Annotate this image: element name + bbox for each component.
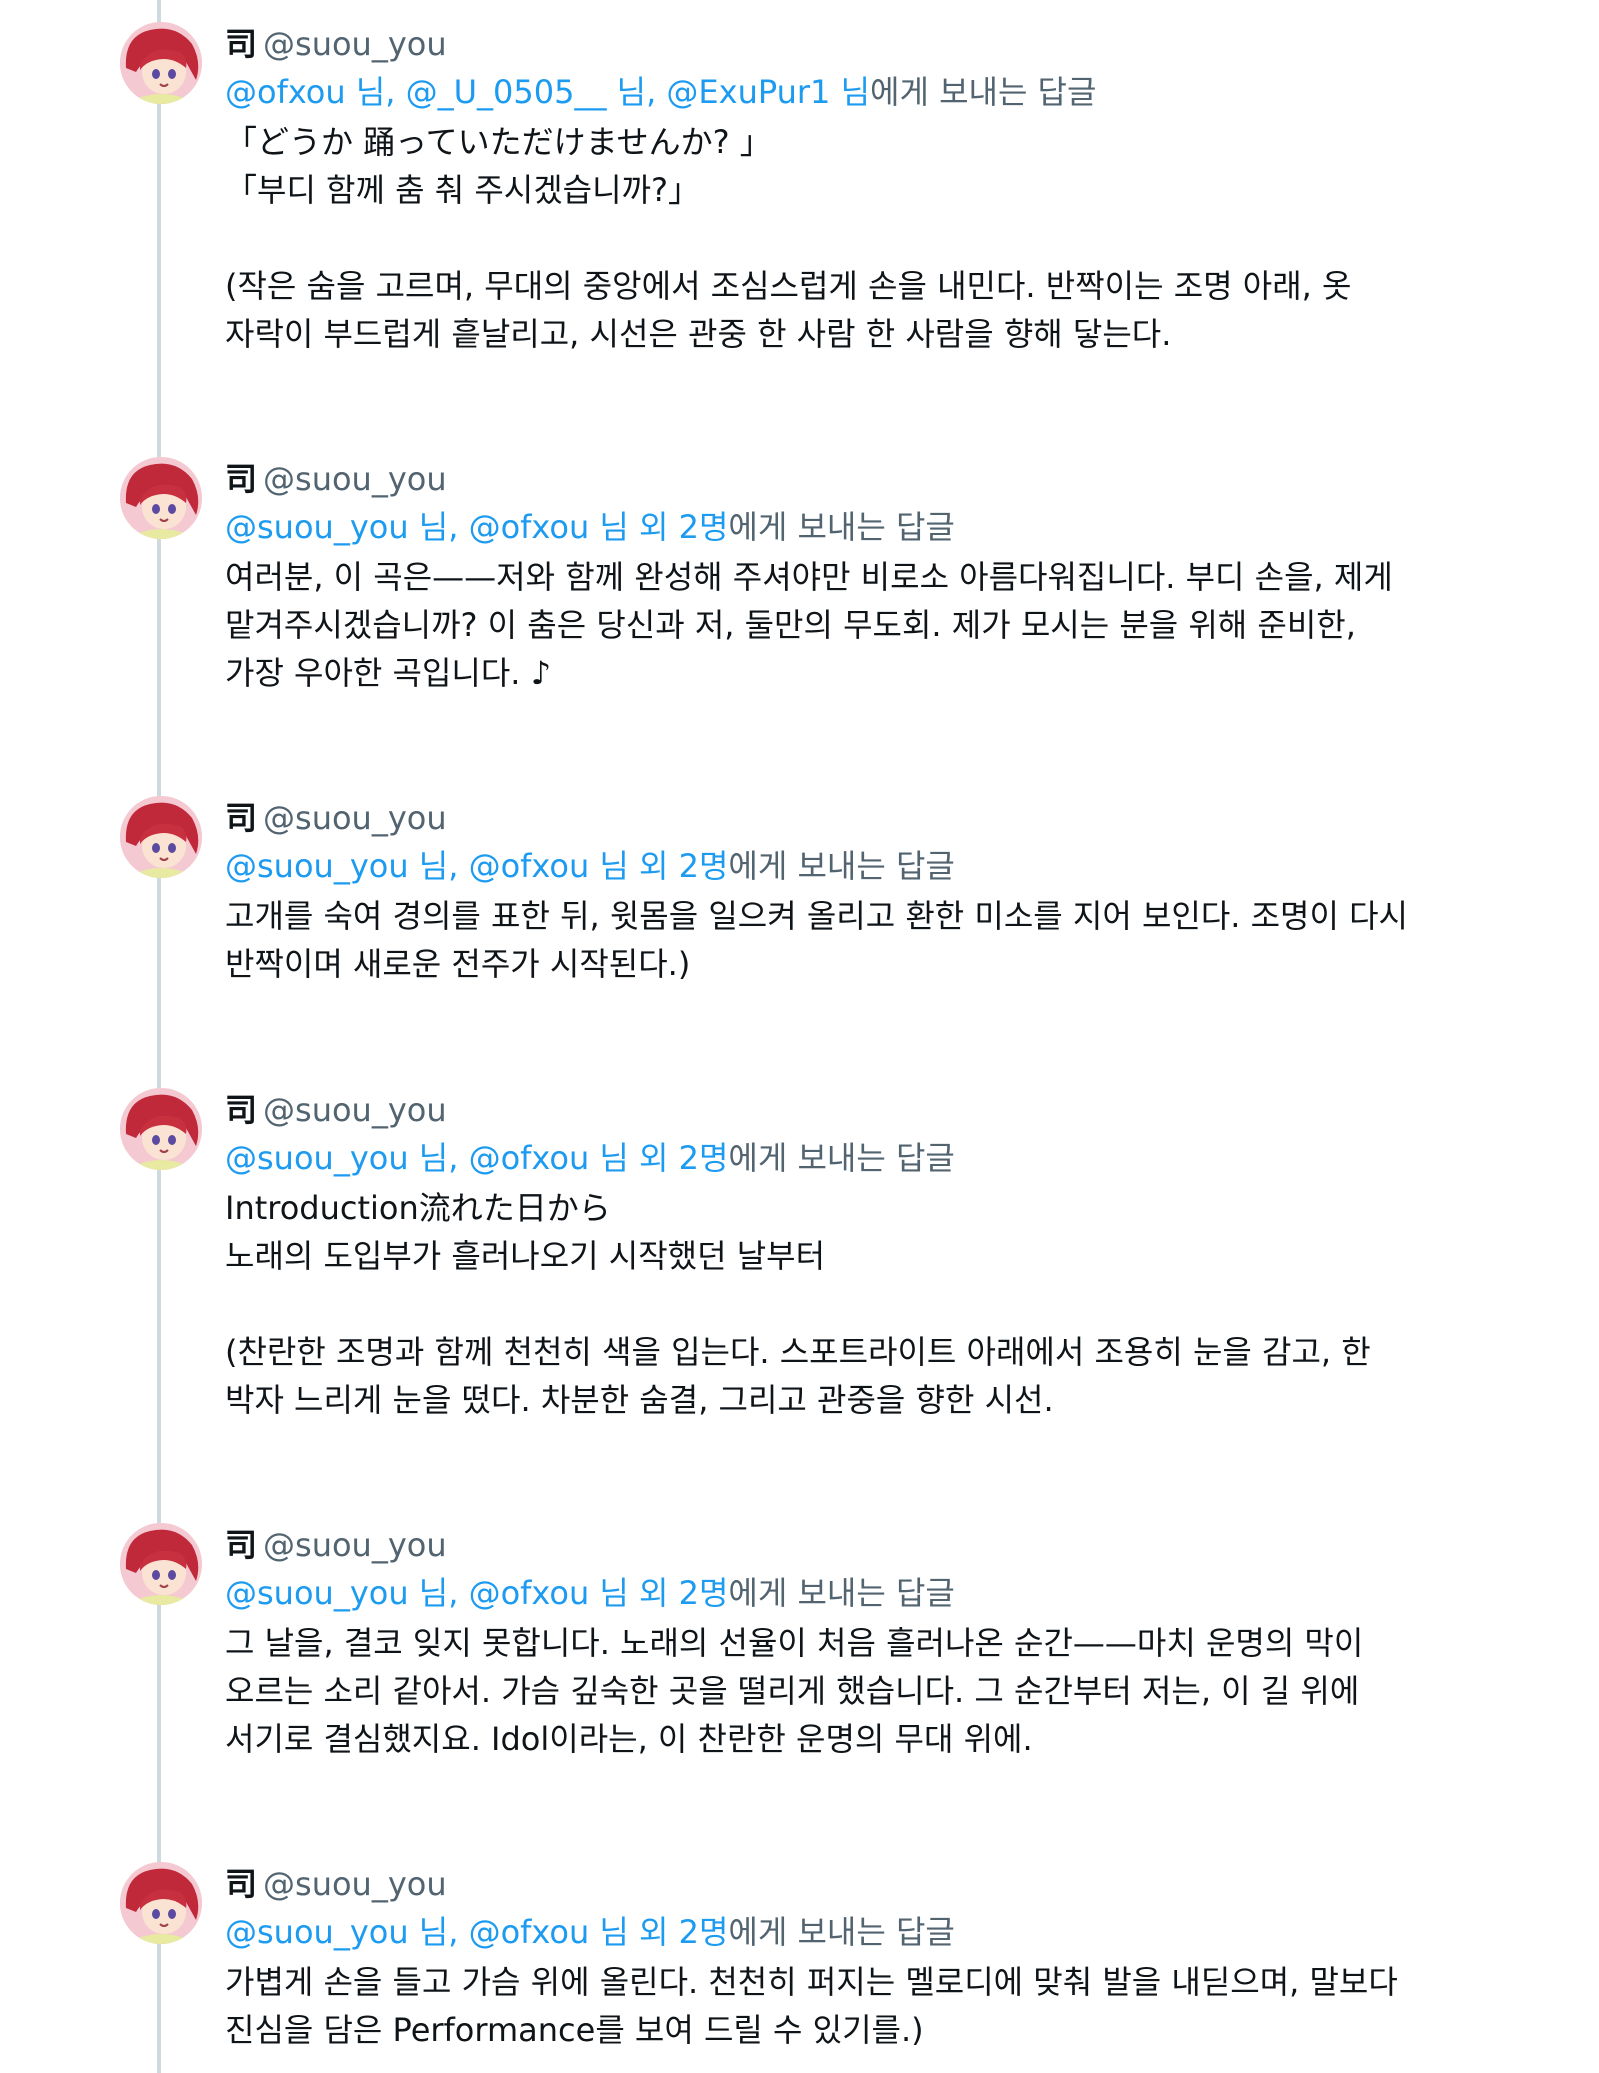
user-handle[interactable]: @suou_you <box>263 25 447 63</box>
tweet-header: 司 @suou_you <box>225 1860 1485 1908</box>
reply-mentions[interactable]: @ofxou 님, @_U_0505__ 님, @ExuPur1 님 <box>225 73 870 111</box>
user-handle[interactable]: @suou_you <box>263 1865 447 1903</box>
tweet-text: 그 날을, 결코 잊지 못합니다. 노래의 선율이 처음 흘러나온 순간——마치… <box>225 1624 1364 1758</box>
avatar[interactable] <box>120 22 202 104</box>
tweet-text: 고개를 숙여 경의를 표한 뒤, 윗몸을 일으켜 올리고 환한 미소를 지어 보… <box>225 897 1408 983</box>
replying-suffix: 에게 보내는 답글 <box>728 1913 955 1951</box>
tweet-header: 司 @suou_you <box>225 794 1485 842</box>
tweet-text: 「どうか 踊っていただけませんか? 」 「부디 함께 춤 춰 주시겠습니까?」 … <box>225 123 1352 353</box>
replying-to: @suou_you 님, @ofxou 님 외 2명에게 보내는 답글 <box>225 1908 1485 1956</box>
tweet-content: 司 @suou_you @suou_you 님, @ofxou 님 외 2명에게 … <box>225 1521 1485 1763</box>
display-name[interactable]: 司 <box>225 799 257 837</box>
tweet-header: 司 @suou_you <box>225 20 1485 68</box>
tweet-text: Introduction流れた日から 노래의 도입부가 흘러나오기 시작했던 날… <box>225 1189 1371 1419</box>
display-name[interactable]: 司 <box>225 1091 257 1129</box>
avatar[interactable] <box>120 1862 202 1944</box>
avatar[interactable] <box>120 796 202 878</box>
replying-to: @ofxou 님, @_U_0505__ 님, @ExuPur1 님에게 보내는… <box>225 68 1485 116</box>
replying-suffix: 에게 보내는 답글 <box>728 1139 955 1177</box>
tweet-header: 司 @suou_you <box>225 1086 1485 1134</box>
avatar-image <box>120 796 202 878</box>
avatar-image <box>120 457 202 539</box>
display-name[interactable]: 司 <box>225 460 257 498</box>
replying-suffix: 에게 보내는 답글 <box>728 508 955 546</box>
reply-mentions[interactable]: @suou_you 님, @ofxou 님 외 2명 <box>225 847 728 885</box>
avatar[interactable] <box>120 1523 202 1605</box>
tweet-text: 가볍게 손을 들고 가슴 위에 올린다. 천천히 퍼지는 멜로디에 맞춰 발을 … <box>225 1963 1398 2049</box>
user-handle[interactable]: @suou_you <box>263 799 447 837</box>
replying-to: @suou_you 님, @ofxou 님 외 2명에게 보내는 답글 <box>225 1134 1485 1182</box>
replying-suffix: 에게 보내는 답글 <box>870 73 1097 111</box>
tweet-header: 司 @suou_you <box>225 455 1485 503</box>
tweet-text: 여러분, 이 곡은——저와 함께 완성해 주셔야만 비로소 아름다워집니다. 부… <box>225 558 1393 692</box>
reply-mentions[interactable]: @suou_you 님, @ofxou 님 외 2명 <box>225 508 728 546</box>
avatar[interactable] <box>120 1088 202 1170</box>
tweet-content: 司 @suou_you @suou_you 님, @ofxou 님 외 2명에게 … <box>225 1086 1485 1424</box>
replying-to: @suou_you 님, @ofxou 님 외 2명에게 보내는 답글 <box>225 503 1485 551</box>
tweet-content: 司 @suou_you @suou_you 님, @ofxou 님 외 2명에게 … <box>225 455 1485 697</box>
user-handle[interactable]: @suou_you <box>263 1091 447 1129</box>
avatar-image <box>120 1862 202 1944</box>
replying-to: @suou_you 님, @ofxou 님 외 2명에게 보내는 답글 <box>225 842 1485 890</box>
tweet-header: 司 @suou_you <box>225 1521 1485 1569</box>
reply-mentions[interactable]: @suou_you 님, @ofxou 님 외 2명 <box>225 1574 728 1612</box>
avatar[interactable] <box>120 457 202 539</box>
replying-suffix: 에게 보내는 답글 <box>728 847 955 885</box>
reply-mentions[interactable]: @suou_you 님, @ofxou 님 외 2명 <box>225 1913 728 1951</box>
avatar-image <box>120 22 202 104</box>
user-handle[interactable]: @suou_you <box>263 1526 447 1564</box>
replying-suffix: 에게 보내는 답글 <box>728 1574 955 1612</box>
display-name[interactable]: 司 <box>225 25 257 63</box>
avatar-image <box>120 1088 202 1170</box>
replying-to: @suou_you 님, @ofxou 님 외 2명에게 보내는 답글 <box>225 1569 1485 1617</box>
tweet-content: 司 @suou_you @suou_you 님, @ofxou 님 외 2명에게 … <box>225 794 1485 988</box>
display-name[interactable]: 司 <box>225 1526 257 1564</box>
tweet-content: 司 @suou_you @ofxou 님, @_U_0505__ 님, @ExuP… <box>225 20 1485 358</box>
user-handle[interactable]: @suou_you <box>263 460 447 498</box>
display-name[interactable]: 司 <box>225 1865 257 1903</box>
reply-mentions[interactable]: @suou_you 님, @ofxou 님 외 2명 <box>225 1139 728 1177</box>
avatar-image <box>120 1523 202 1605</box>
tweet-content: 司 @suou_you @suou_you 님, @ofxou 님 외 2명에게 … <box>225 1860 1485 2054</box>
thread-connector-line <box>157 0 161 2073</box>
